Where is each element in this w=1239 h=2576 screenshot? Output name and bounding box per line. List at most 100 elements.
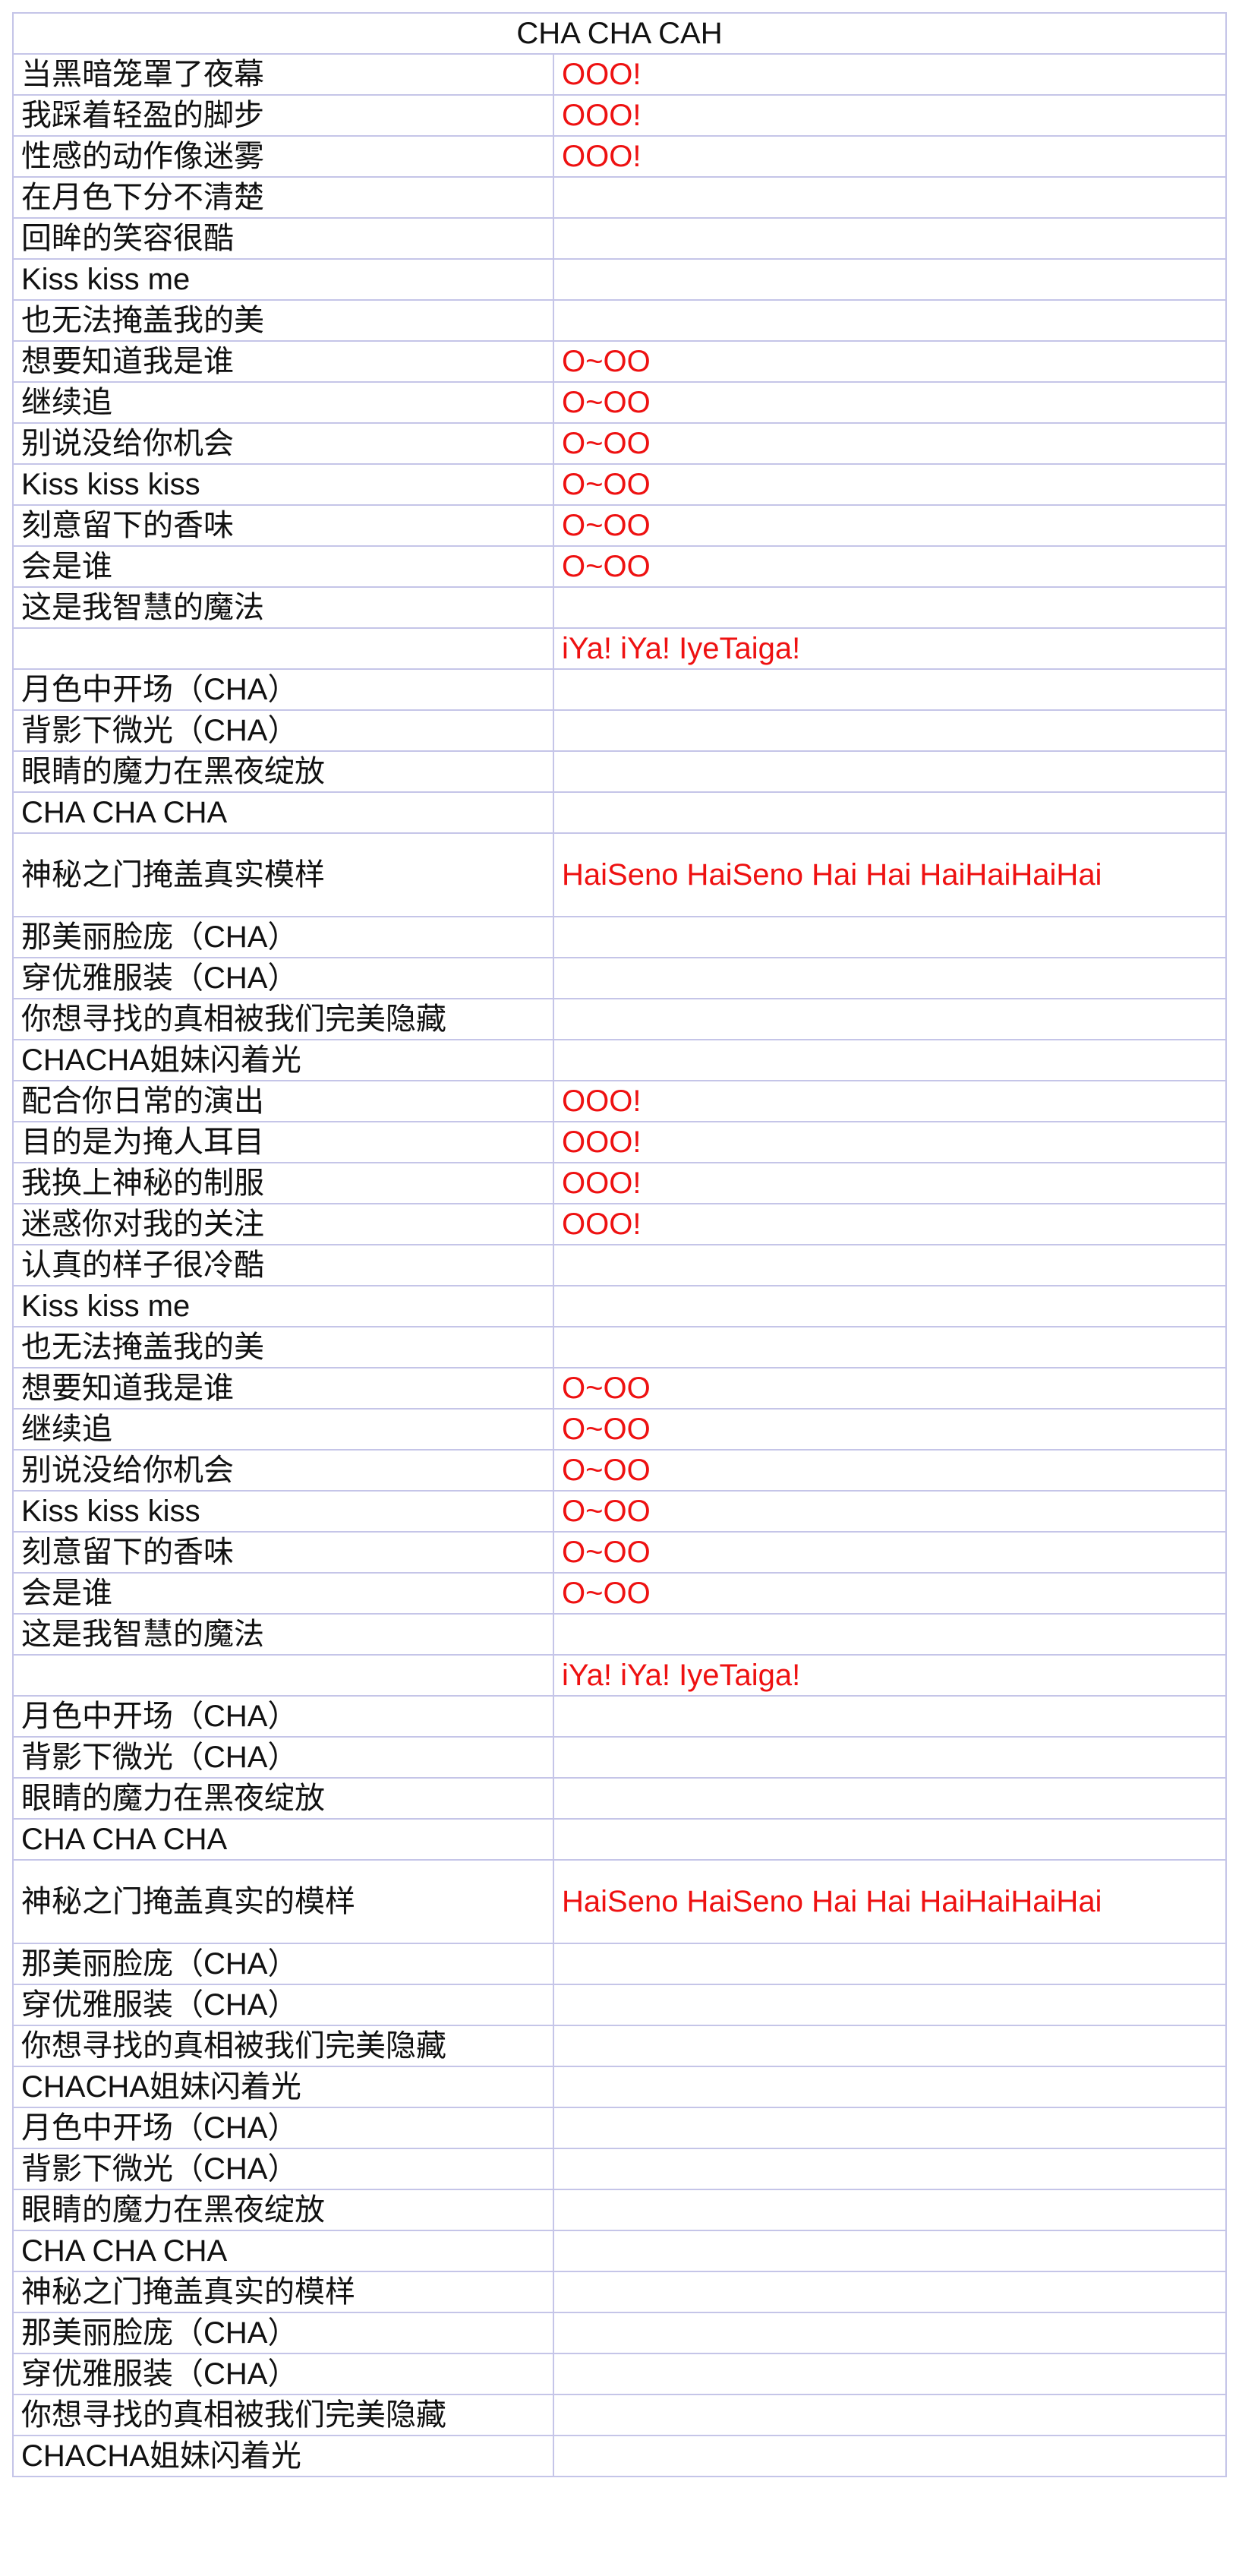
- response-cell[interactable]: HaiSeno HaiSeno Hai Hai HaiHaiHaiHai: [552, 1859, 1228, 1944]
- response-cell[interactable]: [552, 1326, 1228, 1368]
- lyric-cell[interactable]: 在月色下分不清楚: [12, 176, 554, 219]
- lyric-cell[interactable]: 那美丽脸庞（CHA）: [12, 916, 554, 958]
- lyric-cell[interactable]: Kiss kiss kiss: [12, 463, 554, 506]
- response-cell[interactable]: OOO!: [552, 135, 1228, 178]
- response-cell[interactable]: OOO!: [552, 1121, 1228, 1163]
- lyric-cell[interactable]: CHACHA姐妹闪着光: [12, 2435, 554, 2477]
- response-cell[interactable]: [552, 998, 1228, 1040]
- response-cell[interactable]: [552, 1777, 1228, 1820]
- response-cell[interactable]: HaiSeno HaiSeno Hai Hai HaiHaiHaiHai: [552, 832, 1228, 917]
- sheet-title[interactable]: CHA CHA CAH: [11, 12, 1228, 55]
- response-cell[interactable]: [552, 668, 1228, 711]
- lyric-cell[interactable]: 我踩着轻盈的脚步: [12, 94, 554, 137]
- response-cell[interactable]: [552, 1818, 1228, 1861]
- response-cell[interactable]: [552, 2394, 1228, 2436]
- response-cell[interactable]: O~OO: [552, 463, 1228, 506]
- lyric-cell[interactable]: 月色中开场（CHA）: [12, 1695, 554, 1738]
- lyric-cell[interactable]: 也无法掩盖我的美: [12, 299, 554, 342]
- lyric-cell[interactable]: 你想寻找的真相被我们完美隐藏: [12, 2025, 554, 2067]
- response-cell[interactable]: [552, 1943, 1228, 1985]
- lyric-cell[interactable]: 那美丽脸庞（CHA）: [12, 2312, 554, 2354]
- response-cell[interactable]: [552, 217, 1228, 260]
- lyric-cell[interactable]: 想要知道我是谁: [12, 1367, 554, 1410]
- lyric-cell[interactable]: 我换上神秘的制服: [12, 1162, 554, 1204]
- response-cell[interactable]: [552, 1285, 1228, 1327]
- lyric-cell[interactable]: 背影下微光（CHA）: [12, 2148, 554, 2190]
- lyric-cell[interactable]: CHA CHA CHA: [12, 1818, 554, 1861]
- lyric-cell[interactable]: 别说没给你机会: [12, 422, 554, 465]
- lyric-cell[interactable]: 穿优雅服装（CHA）: [12, 957, 554, 999]
- lyric-cell[interactable]: 当黑暗笼罩了夜幕: [12, 53, 554, 96]
- lyric-cell[interactable]: 神秘之门掩盖真实模样: [12, 832, 554, 917]
- lyric-cell[interactable]: 背影下微光（CHA）: [12, 1736, 554, 1779]
- lyric-cell[interactable]: 也无法掩盖我的美: [12, 1326, 554, 1368]
- lyric-cell[interactable]: 这是我智慧的魔法: [12, 586, 554, 629]
- response-cell[interactable]: [552, 2025, 1228, 2067]
- lyric-cell[interactable]: Kiss kiss me: [12, 1285, 554, 1327]
- lyric-cell[interactable]: 继续追: [12, 1408, 554, 1451]
- response-cell[interactable]: [552, 1984, 1228, 2026]
- response-cell[interactable]: [552, 2189, 1228, 2231]
- lyric-cell[interactable]: 别说没给你机会: [12, 1449, 554, 1492]
- response-cell[interactable]: [552, 299, 1228, 342]
- response-cell[interactable]: [552, 2312, 1228, 2354]
- lyric-cell[interactable]: 性感的动作像迷雾: [12, 135, 554, 178]
- response-cell[interactable]: [552, 957, 1228, 999]
- lyric-cell[interactable]: 想要知道我是谁: [12, 340, 554, 383]
- lyric-cell[interactable]: 你想寻找的真相被我们完美隐藏: [12, 2394, 554, 2436]
- response-cell[interactable]: iYa! iYa! IyeTaiga!: [552, 1654, 1228, 1697]
- lyric-cell[interactable]: 那美丽脸庞（CHA）: [12, 1943, 554, 1985]
- response-cell[interactable]: O~OO: [552, 1531, 1228, 1574]
- response-cell[interactable]: [552, 791, 1228, 834]
- response-cell[interactable]: [552, 1695, 1228, 1738]
- response-cell[interactable]: O~OO: [552, 1367, 1228, 1410]
- response-cell[interactable]: O~OO: [552, 340, 1228, 383]
- lyric-cell[interactable]: 迷惑你对我的关注: [12, 1203, 554, 1245]
- response-cell[interactable]: O~OO: [552, 1572, 1228, 1615]
- response-cell[interactable]: O~OO: [552, 381, 1228, 424]
- lyric-cell[interactable]: 刻意留下的香味: [12, 504, 554, 547]
- lyric-cell[interactable]: 这是我智慧的魔法: [12, 1613, 554, 1656]
- lyric-cell[interactable]: 神秘之门掩盖真实的模样: [12, 1859, 554, 1944]
- lyric-cell[interactable]: 继续追: [12, 381, 554, 424]
- lyric-cell[interactable]: 眼睛的魔力在黑夜绽放: [12, 2189, 554, 2231]
- response-cell[interactable]: [552, 2107, 1228, 2149]
- lyric-cell[interactable]: 眼睛的魔力在黑夜绽放: [12, 750, 554, 793]
- lyric-cell[interactable]: 认真的样子很冷酷: [12, 1244, 554, 1286]
- response-cell[interactable]: O~OO: [552, 545, 1228, 588]
- response-cell[interactable]: [552, 750, 1228, 793]
- response-cell[interactable]: O~OO: [552, 1449, 1228, 1492]
- lyric-cell[interactable]: 你想寻找的真相被我们完美隐藏: [12, 998, 554, 1040]
- lyric-cell[interactable]: CHACHA姐妹闪着光: [12, 2066, 554, 2108]
- response-cell[interactable]: OOO!: [552, 1080, 1228, 1122]
- response-cell[interactable]: iYa! iYa! IyeTaiga!: [552, 627, 1228, 670]
- response-cell[interactable]: [552, 709, 1228, 752]
- response-cell[interactable]: OOO!: [552, 53, 1228, 96]
- response-cell[interactable]: [552, 1613, 1228, 1656]
- response-cell[interactable]: [552, 916, 1228, 958]
- lyric-cell[interactable]: [12, 627, 554, 670]
- response-cell[interactable]: [552, 258, 1228, 301]
- response-cell[interactable]: [552, 2271, 1228, 2313]
- response-cell[interactable]: O~OO: [552, 1490, 1228, 1533]
- lyric-cell[interactable]: [12, 1654, 554, 1697]
- lyric-cell[interactable]: 神秘之门掩盖真实的模样: [12, 2271, 554, 2313]
- lyric-cell[interactable]: 穿优雅服装（CHA）: [12, 2353, 554, 2395]
- response-cell[interactable]: O~OO: [552, 1408, 1228, 1451]
- lyric-cell[interactable]: 刻意留下的香味: [12, 1531, 554, 1574]
- lyric-cell[interactable]: CHA CHA CHA: [12, 2230, 554, 2272]
- lyric-cell[interactable]: Kiss kiss kiss: [12, 1490, 554, 1533]
- lyric-cell[interactable]: 会是谁: [12, 1572, 554, 1615]
- lyric-cell[interactable]: 穿优雅服装（CHA）: [12, 1984, 554, 2026]
- response-cell[interactable]: [552, 2230, 1228, 2272]
- response-cell[interactable]: [552, 176, 1228, 219]
- response-cell[interactable]: OOO!: [552, 1203, 1228, 1245]
- response-cell[interactable]: [552, 1736, 1228, 1779]
- response-cell[interactable]: OOO!: [552, 1162, 1228, 1204]
- response-cell[interactable]: [552, 2148, 1228, 2190]
- lyric-cell[interactable]: Kiss kiss me: [12, 258, 554, 301]
- lyric-cell[interactable]: CHACHA姐妹闪着光: [12, 1039, 554, 1081]
- response-cell[interactable]: O~OO: [552, 504, 1228, 547]
- lyric-cell[interactable]: 背影下微光（CHA）: [12, 709, 554, 752]
- response-cell[interactable]: [552, 586, 1228, 629]
